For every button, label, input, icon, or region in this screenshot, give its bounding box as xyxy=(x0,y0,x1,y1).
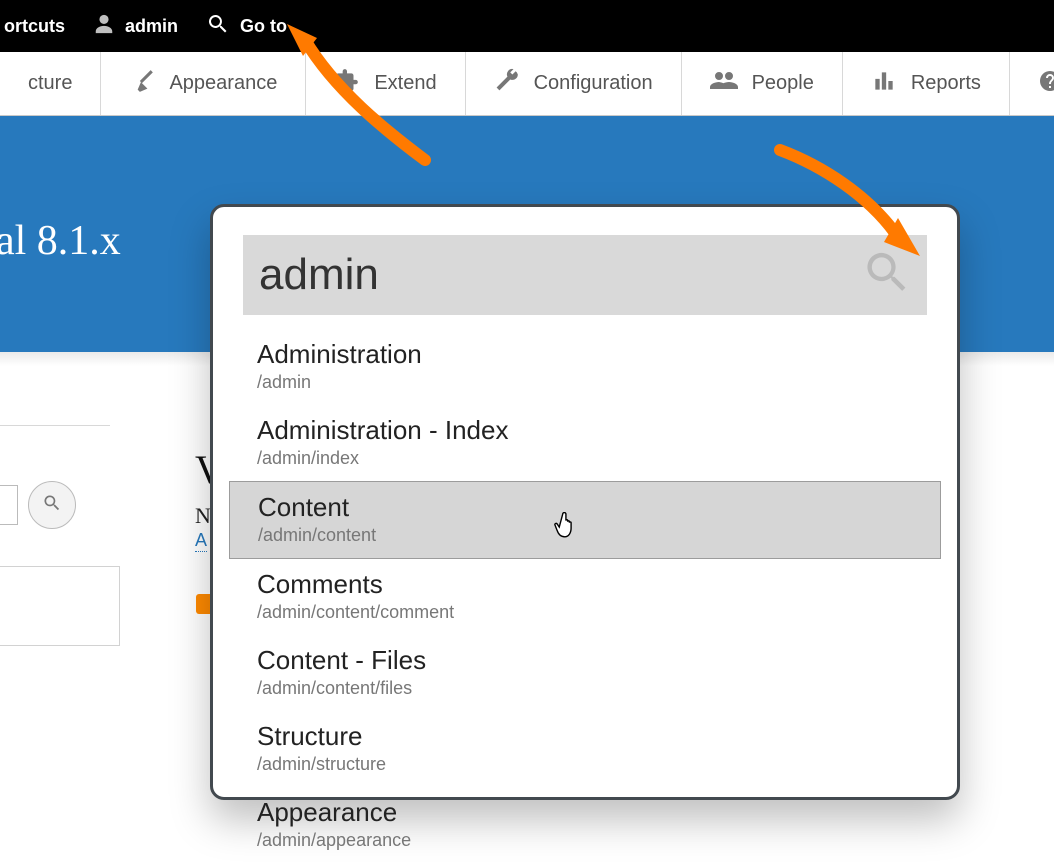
help-icon xyxy=(1038,69,1054,99)
sidebar-search-button[interactable] xyxy=(28,481,76,529)
search-icon xyxy=(42,493,62,518)
goto-search-field[interactable] xyxy=(243,235,927,315)
goto-result-title: Content - Files xyxy=(257,645,913,676)
goto-search-input[interactable] xyxy=(259,250,853,300)
goto-result-item[interactable]: Comments/admin/content/comment xyxy=(243,559,927,635)
tab-extend[interactable]: Extend xyxy=(306,52,465,115)
goto-result-item[interactable]: Administration/admin xyxy=(243,329,927,405)
username-label: admin xyxy=(125,16,178,37)
page-subtitle: N xyxy=(195,503,211,529)
extend-label: Extend xyxy=(374,72,436,95)
goto-result-path: /admin/structure xyxy=(257,754,913,775)
site-title: al 8.1.x xyxy=(0,217,121,265)
goto-result-title: Administration - Index xyxy=(257,415,913,446)
goto-result-item[interactable]: Structure/admin/structure xyxy=(243,711,927,787)
configuration-label: Configuration xyxy=(534,72,653,95)
puzzle-icon xyxy=(334,68,360,100)
user-icon xyxy=(93,12,115,41)
reports-label: Reports xyxy=(911,72,981,95)
goto-result-item[interactable]: Content/admin/content xyxy=(229,481,941,559)
people-icon xyxy=(710,68,738,100)
goto-result-title: Structure xyxy=(257,721,913,752)
sidebar-box xyxy=(0,566,120,646)
sidebar-separator xyxy=(0,422,110,426)
structure-label: cture xyxy=(28,72,72,95)
tab-appearance[interactable]: Appearance xyxy=(101,52,306,115)
tab-reports[interactable]: Reports xyxy=(843,52,1010,115)
appearance-label: Appearance xyxy=(169,72,277,95)
goto-result-path: /admin xyxy=(257,372,913,393)
goto-result-title: Comments xyxy=(257,569,913,600)
paintbrush-icon xyxy=(129,68,155,100)
admin-menubar: cture Appearance Extend Configuration Pe… xyxy=(0,52,1054,116)
tab-people[interactable]: People xyxy=(682,52,843,115)
sidebar-search-input[interactable] xyxy=(0,485,18,525)
goto-label: Go to xyxy=(240,16,287,37)
goto-result-item[interactable]: Content - Files/admin/content/files xyxy=(243,635,927,711)
goto-result-title: Administration xyxy=(257,339,913,370)
search-icon xyxy=(861,247,913,304)
goto-result-path: /admin/appearance xyxy=(257,830,913,851)
toolbar-user[interactable]: admin xyxy=(93,12,178,41)
goto-result-path: /admin/index xyxy=(257,448,913,469)
goto-panel: Administration/adminAdministration - Ind… xyxy=(210,204,960,800)
toolbar-goto[interactable]: Go to xyxy=(206,12,287,41)
goto-result-title: Appearance xyxy=(257,797,913,828)
goto-result-path: /admin/content/files xyxy=(257,678,913,699)
tab-help[interactable]: Help xyxy=(1010,52,1054,115)
goto-result-item[interactable]: Administration - Index/admin/index xyxy=(243,405,927,481)
tab-structure[interactable]: cture xyxy=(0,52,101,115)
goto-result-list: Administration/adminAdministration - Ind… xyxy=(243,329,927,863)
search-icon xyxy=(206,12,230,41)
goto-result-path: /admin/content/comment xyxy=(257,602,913,623)
sidebar-search xyxy=(0,481,76,529)
people-label: People xyxy=(752,72,814,95)
bar-chart-icon xyxy=(871,68,897,100)
goto-result-path: /admin/content xyxy=(258,525,926,546)
toolbar-top: ortcuts admin Go to xyxy=(0,0,1054,52)
tab-configuration[interactable]: Configuration xyxy=(466,52,682,115)
goto-result-title: Content xyxy=(258,492,926,523)
shortcuts-label: ortcuts xyxy=(4,16,65,37)
toolbar-shortcuts[interactable]: ortcuts xyxy=(4,16,65,37)
wrench-icon xyxy=(494,68,520,100)
goto-result-item[interactable]: Appearance/admin/appearance xyxy=(243,787,927,863)
page-link[interactable]: A xyxy=(195,530,207,552)
